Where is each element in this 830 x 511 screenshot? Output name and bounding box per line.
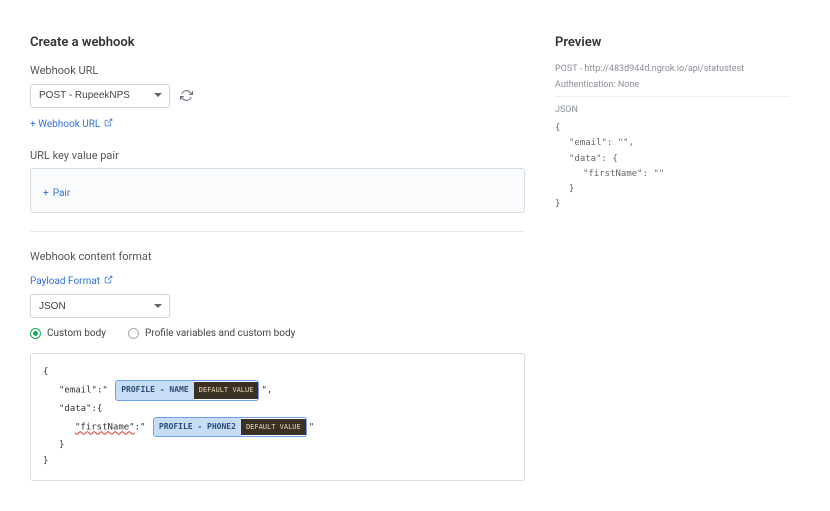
add-webhook-url-text: + Webhook URL [30,119,100,130]
radio-checked-icon [30,328,41,339]
preview-json-body: { "email": "", "data": { "firstName": ""… [555,121,790,213]
radio-custom-label: Custom body [47,328,106,339]
preview-divider [555,96,790,97]
preview-auth: Authentication: None [555,80,790,90]
webhook-url-select[interactable]: POST - RupeekNPS [30,84,170,108]
page-title: Create a webhook [30,35,525,50]
code-line: { [43,364,512,380]
content-format-label: Webhook content format [30,250,525,263]
section-divider [30,231,525,232]
preview-request-line: POST - http://483d944d.ngrok.io/api/stat… [555,64,790,74]
radio-unchecked-icon [128,328,139,339]
code-line: "email":" PROFILE - NAME DEFAULT VALUE "… [43,380,512,400]
chip-default-badge: DEFAULT VALUE [194,382,259,399]
code-line: "data":{ [43,401,512,417]
external-link-icon [104,118,113,130]
chip-label: PROFILE - PHONE2 [154,418,241,436]
refresh-icon[interactable] [180,89,193,102]
code-line: "firstName":" PROFILE - PHONE2 DEFAULT V… [43,417,512,437]
webhook-url-label: Webhook URL [30,64,525,77]
url-kvp-label: URL key value pair [30,149,525,162]
radio-profile-label: Profile variables and custom body [145,328,295,339]
preview-panel: Preview POST - http://483d944d.ngrok.io/… [555,35,790,499]
add-pair-button[interactable]: + Pair [43,188,70,199]
body-editor[interactable]: { "email":" PROFILE - NAME DEFAULT VALUE… [30,353,525,481]
preview-title: Preview [555,35,790,50]
variable-chip-profile-name[interactable]: PROFILE - NAME DEFAULT VALUE [115,380,259,400]
payload-format-text: Payload Format [30,276,100,287]
variable-chip-profile-phone2[interactable]: PROFILE - PHONE2 DEFAULT VALUE [153,417,307,437]
radio-profile-vars[interactable]: Profile variables and custom body [128,328,295,339]
radio-custom-body[interactable]: Custom body [30,328,106,339]
payload-format-link[interactable]: Payload Format [30,275,113,287]
format-select[interactable]: JSON [30,294,170,318]
external-link-icon [104,275,113,287]
create-webhook-panel: Create a webhook Webhook URL POST - Rupe… [30,35,525,499]
plus-icon: + [43,188,49,199]
kvp-container: + Pair [30,168,525,213]
pair-button-label: Pair [53,188,71,199]
code-line: } [43,453,512,469]
chip-default-badge: DEFAULT VALUE [241,419,306,436]
code-line: } [43,437,512,453]
add-webhook-url-link[interactable]: + Webhook URL [30,118,113,130]
preview-json-label: JSON [555,105,790,115]
chip-label: PROFILE - NAME [116,381,193,399]
